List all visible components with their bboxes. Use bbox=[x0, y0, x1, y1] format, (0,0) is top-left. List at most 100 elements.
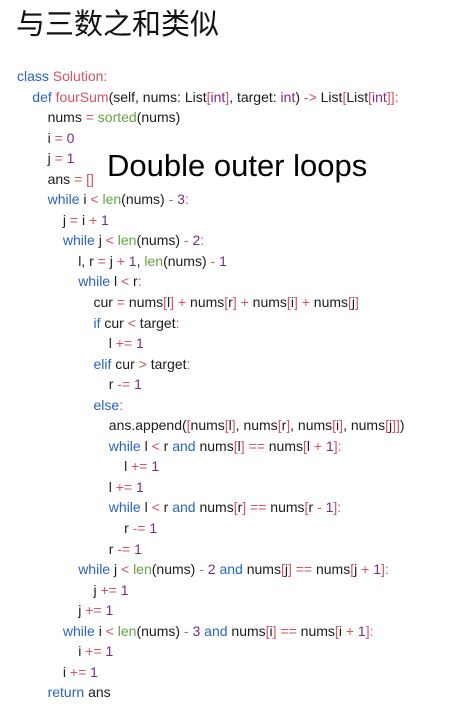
code-token: , nums bbox=[343, 417, 386, 434]
code-line: i += 1 bbox=[17, 641, 405, 662]
code-token: 1 bbox=[128, 252, 137, 269]
code-token: else bbox=[93, 396, 120, 413]
code-token: List bbox=[346, 88, 369, 105]
code-line: i += 1 bbox=[17, 662, 405, 683]
code-token: ]] bbox=[392, 417, 400, 434]
code-token: l bbox=[144, 499, 152, 516]
code-token: = bbox=[97, 252, 106, 269]
code-token: int bbox=[280, 88, 296, 105]
code-token: 1 bbox=[151, 458, 160, 475]
code-token: nums bbox=[309, 294, 349, 311]
code-token: : bbox=[369, 622, 374, 639]
code-token: cur bbox=[104, 314, 128, 331]
code-token: 1 bbox=[105, 602, 114, 619]
code-token: cur bbox=[93, 294, 117, 311]
code-token: == bbox=[295, 561, 313, 578]
code-token: < bbox=[120, 273, 130, 290]
code-line: j += 1 bbox=[17, 580, 405, 601]
code-token: < bbox=[120, 561, 130, 578]
code-token: 1 bbox=[134, 376, 142, 393]
code-token: < bbox=[90, 191, 99, 208]
code-token: if bbox=[93, 314, 105, 331]
code-token: 1 bbox=[134, 540, 142, 557]
code-token: len bbox=[102, 191, 122, 208]
code-token: == bbox=[248, 437, 265, 454]
code-token: = bbox=[69, 211, 79, 228]
code-token: + bbox=[345, 622, 354, 639]
code-token: 3 bbox=[177, 191, 185, 208]
code-token: 1 bbox=[90, 663, 98, 680]
code-token: and bbox=[204, 622, 232, 639]
code-line: while l < r and nums[l] == nums[l + 1]: bbox=[17, 436, 405, 457]
code-token: i bbox=[98, 622, 106, 639]
code-line: def fourSum(self, nums: List[int], targe… bbox=[17, 87, 405, 108]
code-line: while l < r and nums[r] == nums[r - 1]: bbox=[17, 497, 405, 518]
code-line: l, r = j + 1, len(nums) - 1 bbox=[17, 251, 405, 272]
code-token: 1 bbox=[149, 520, 158, 537]
code-token: , nums bbox=[235, 417, 278, 434]
code-token: l bbox=[108, 335, 116, 352]
code-line: while l < r: bbox=[17, 271, 405, 292]
code-token: nums bbox=[248, 294, 287, 311]
code-token: r bbox=[159, 499, 173, 516]
code-token: (self, nums: List bbox=[108, 88, 207, 105]
code-token: nums bbox=[246, 561, 281, 578]
code-token: nums bbox=[186, 294, 225, 311]
code-token: -> bbox=[303, 88, 317, 105]
code-token: 1 bbox=[219, 252, 227, 269]
code-token: : bbox=[186, 355, 191, 372]
code-token: nums bbox=[312, 561, 351, 578]
code-token: 1 bbox=[105, 643, 114, 660]
code-token: : bbox=[337, 499, 342, 516]
code-token: j bbox=[47, 150, 55, 167]
code-line: else: bbox=[17, 395, 405, 416]
code-token: j bbox=[93, 581, 101, 598]
code-token: = bbox=[54, 150, 63, 167]
code-token: (nums) bbox=[121, 191, 169, 208]
code-token: l bbox=[306, 437, 314, 454]
code-token: nums bbox=[190, 417, 225, 434]
code-token: : bbox=[394, 88, 399, 105]
code-token: 1 bbox=[357, 622, 366, 639]
code-token: nums bbox=[264, 437, 303, 454]
code-token: j bbox=[62, 211, 70, 228]
code-token: nums bbox=[199, 437, 234, 454]
code-token: (nums) bbox=[163, 252, 211, 269]
code-token: < bbox=[105, 232, 114, 249]
code-token: , target: bbox=[229, 88, 281, 105]
code-token: + bbox=[177, 294, 187, 311]
code-token: ans.append( bbox=[108, 417, 187, 434]
code-token: > bbox=[138, 355, 147, 372]
code-token: len bbox=[144, 252, 164, 269]
code-token: ans bbox=[88, 684, 111, 701]
code-token: 1 bbox=[136, 335, 144, 352]
code-token: -= bbox=[117, 540, 131, 557]
code-token: Solution bbox=[52, 68, 104, 84]
code-token: while bbox=[62, 622, 99, 639]
code-token: len bbox=[133, 561, 152, 578]
code-line: elif cur > target: bbox=[17, 354, 405, 375]
code-token: 2 bbox=[207, 561, 216, 578]
code-token: == bbox=[280, 622, 297, 639]
code-token: nums bbox=[296, 622, 335, 639]
code-token: and bbox=[172, 437, 200, 454]
code-token: nums bbox=[266, 499, 305, 516]
code-token: len bbox=[117, 232, 137, 249]
code-line: return ans bbox=[17, 682, 405, 703]
code-token: return bbox=[47, 684, 89, 701]
code-token: (nums) bbox=[136, 622, 184, 639]
code-token: 1 bbox=[325, 437, 334, 454]
code-line: while j < len(nums) - 2 and nums[j] == n… bbox=[17, 559, 405, 580]
code-line: class Solution: bbox=[17, 66, 405, 87]
code-token: l bbox=[144, 437, 152, 454]
code-line: l += 1 bbox=[17, 333, 405, 354]
code-token: class bbox=[17, 68, 53, 84]
code-token: while bbox=[62, 232, 99, 249]
code-line: r -= 1 bbox=[17, 539, 405, 560]
code-token: += bbox=[115, 335, 133, 352]
code-token: += bbox=[115, 478, 133, 495]
code-line: l += 1 bbox=[17, 477, 405, 498]
code-line: cur = nums[l] + nums[r] + nums[i] + nums… bbox=[17, 292, 405, 313]
code-token: : bbox=[384, 561, 389, 578]
code-token: , nums bbox=[290, 417, 333, 434]
